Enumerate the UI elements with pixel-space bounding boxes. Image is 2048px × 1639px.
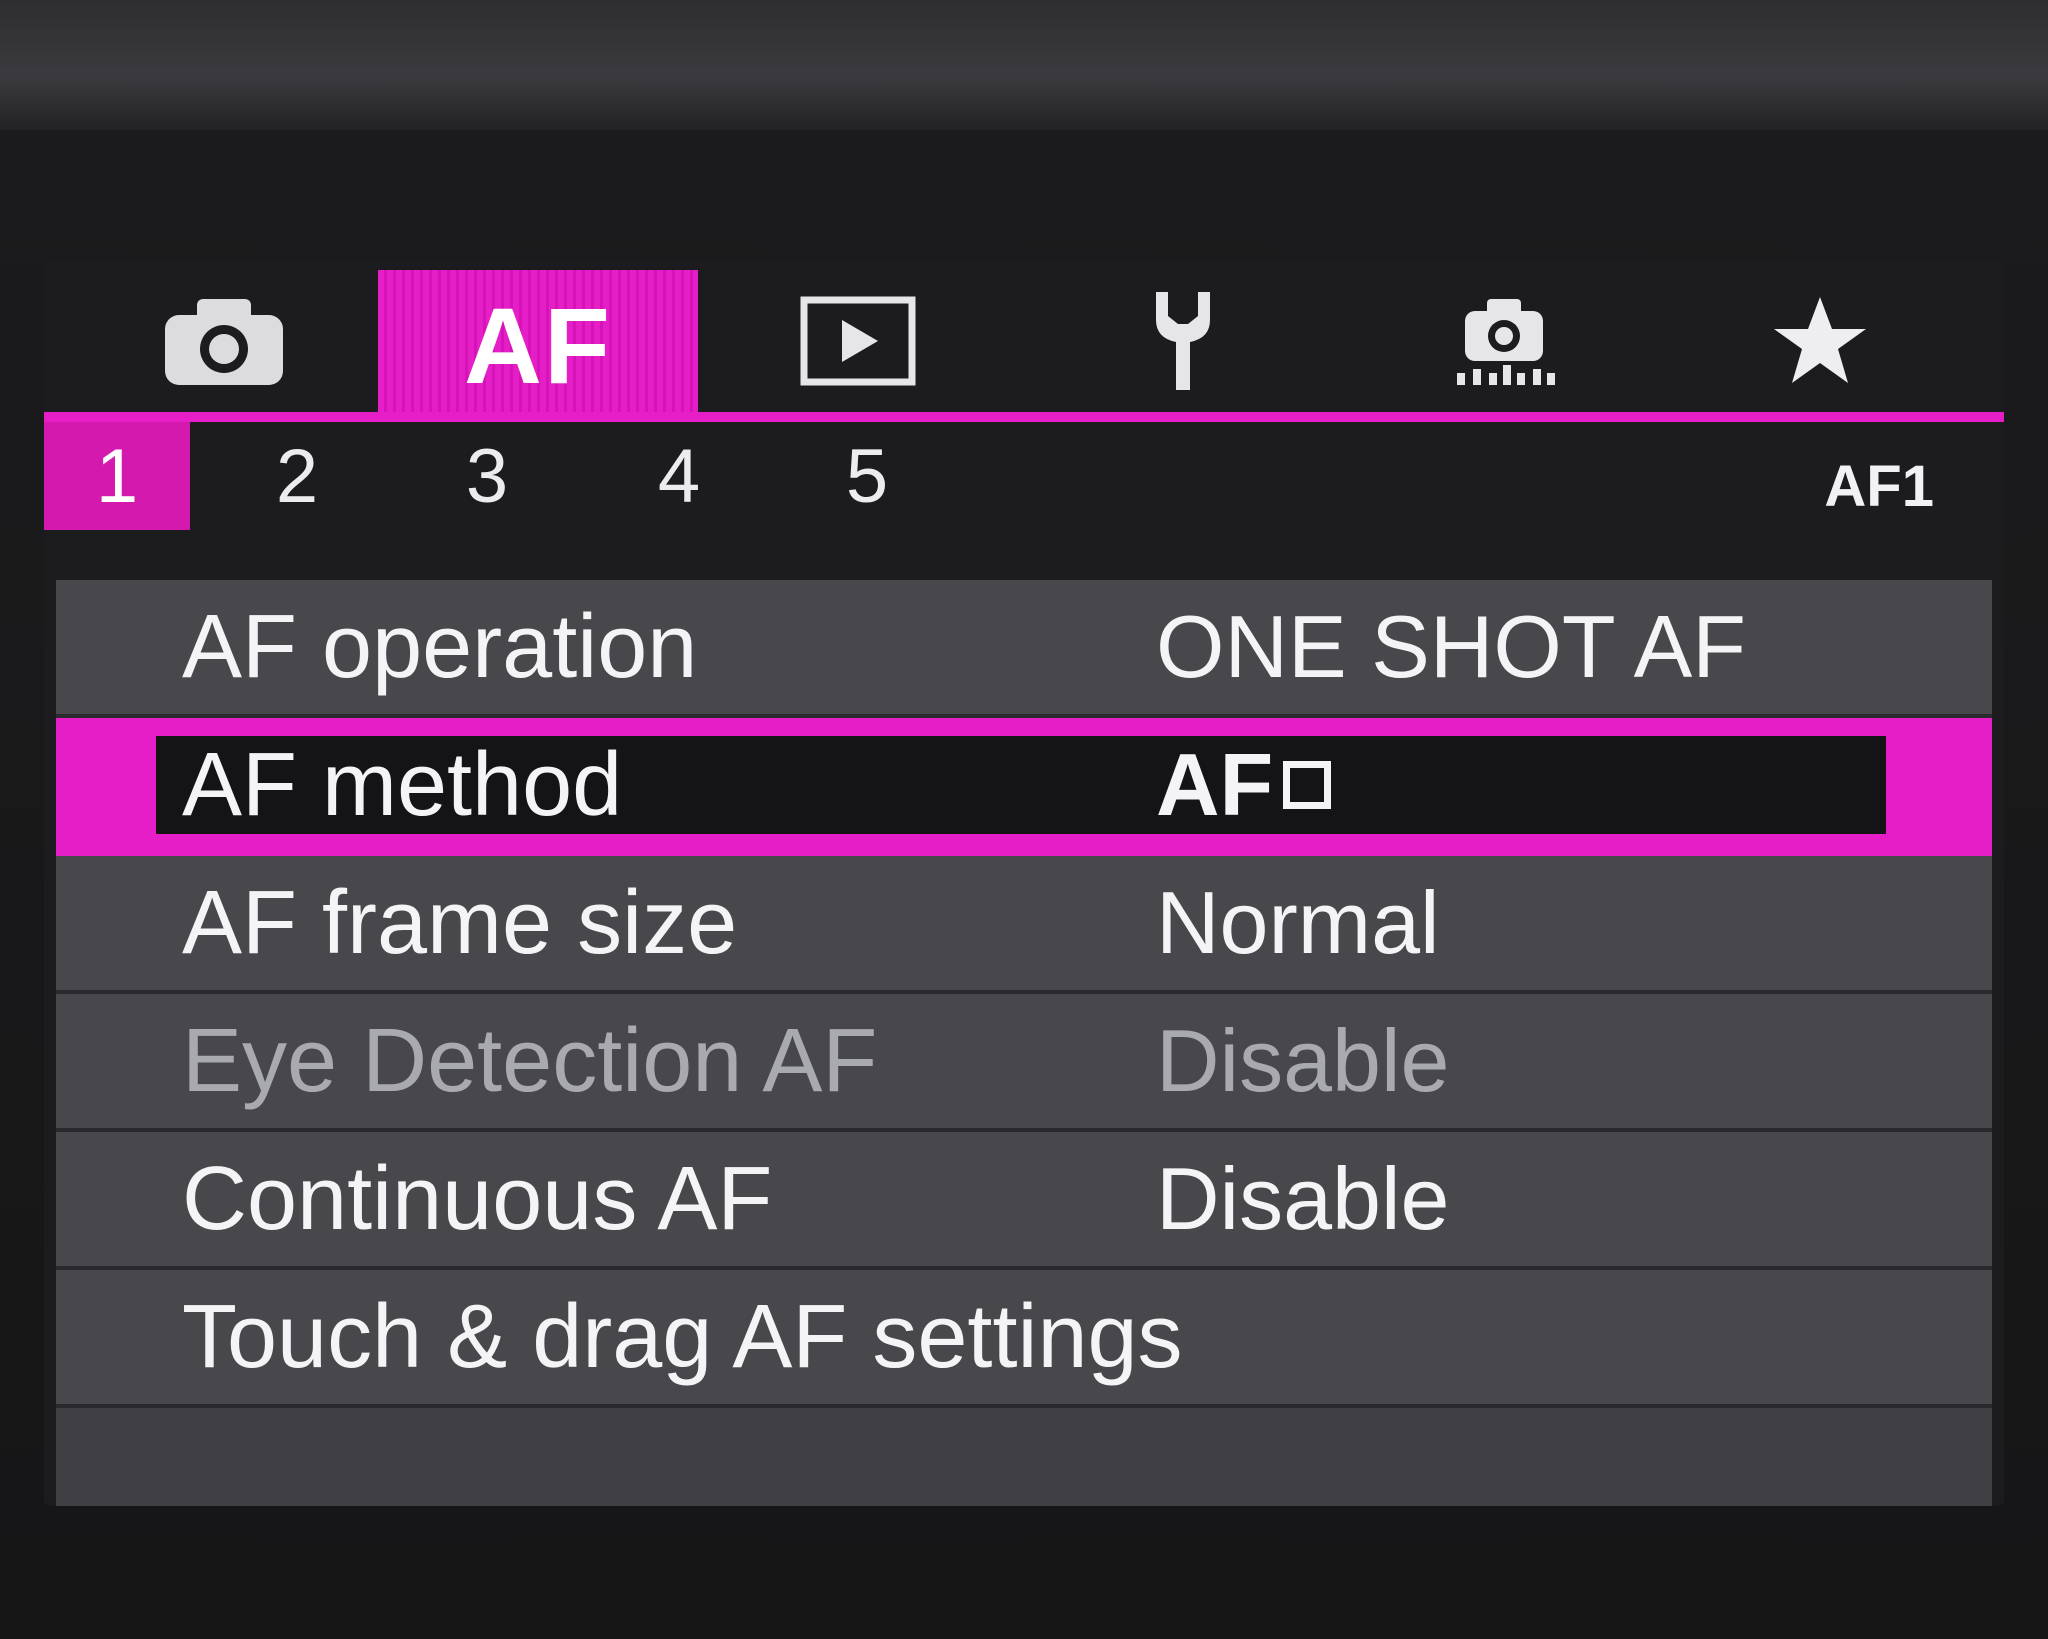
tab-my-menu[interactable] (1660, 270, 1980, 412)
tab-shooting[interactable] (64, 270, 384, 412)
tab-playback[interactable] (698, 270, 1018, 412)
menu-item-eye-detection-af[interactable]: Eye Detection AF Disable (56, 994, 1992, 1132)
menu-item-label: AF frame size (182, 872, 738, 973)
menu-item-value: ONE SHOT AF (1156, 597, 1747, 696)
camera-lcd-screen: AF 1 2 3 4 5 AF1 AF operation ONE SHOT A… (44, 262, 2004, 1506)
subtab-3[interactable]: 3 (414, 422, 560, 530)
menu-item-value: AF (1156, 734, 1332, 836)
wrench-icon (1156, 292, 1210, 390)
page-code-label: AF1 (1824, 453, 1934, 519)
menu-item-label: Continuous AF (182, 1148, 773, 1249)
tab-af[interactable]: AF (378, 270, 698, 420)
menu-item-touch-drag-af[interactable]: Touch & drag AF settings (56, 1270, 1992, 1408)
subtab-1[interactable]: 1 (44, 422, 190, 530)
tab-underline-accent (44, 412, 2004, 422)
menu-item-continuous-af[interactable]: Continuous AF Disable (56, 1132, 1992, 1270)
tab-af-label: AF (464, 284, 612, 406)
menu-item-value: Disable (1156, 1011, 1450, 1110)
camera-icon (165, 299, 283, 385)
menu-item-label: Eye Detection AF (182, 1010, 878, 1111)
menu-item-label: Touch & drag AF settings (182, 1286, 1183, 1387)
play-icon (800, 296, 916, 386)
subtab-4[interactable]: 4 (606, 422, 752, 530)
menu-item-af-operation[interactable]: AF operation ONE SHOT AF (56, 580, 1992, 718)
star-icon (1774, 297, 1866, 383)
subtab-2[interactable]: 2 (224, 422, 370, 530)
menu-item-label: AF operation (182, 596, 698, 697)
camera-body-top (0, 0, 2048, 130)
menu-item-af-method[interactable]: AF method AF (56, 718, 1992, 856)
menu-item-value: Normal (1156, 873, 1440, 972)
tab-setup[interactable] (1022, 270, 1342, 412)
menu-item-af-frame-size[interactable]: AF frame size Normal (56, 856, 1992, 994)
custom-camera-icon (1457, 299, 1555, 385)
af-method-value-text: AF (1156, 735, 1274, 834)
subtab-5[interactable]: 5 (794, 422, 940, 530)
menu-item-label: AF method (182, 734, 623, 835)
main-tab-bar: AF (44, 262, 2004, 420)
single-point-af-icon (1283, 761, 1332, 809)
menu-item-value: Disable (1156, 1149, 1450, 1248)
menu-list: AF operation ONE SHOT AF AF method AF AF… (56, 580, 1992, 1506)
subtab-bar: 1 2 3 4 5 AF1 (44, 422, 2004, 530)
tab-custom-functions[interactable] (1344, 270, 1664, 412)
menu-empty-row (56, 1408, 1992, 1506)
